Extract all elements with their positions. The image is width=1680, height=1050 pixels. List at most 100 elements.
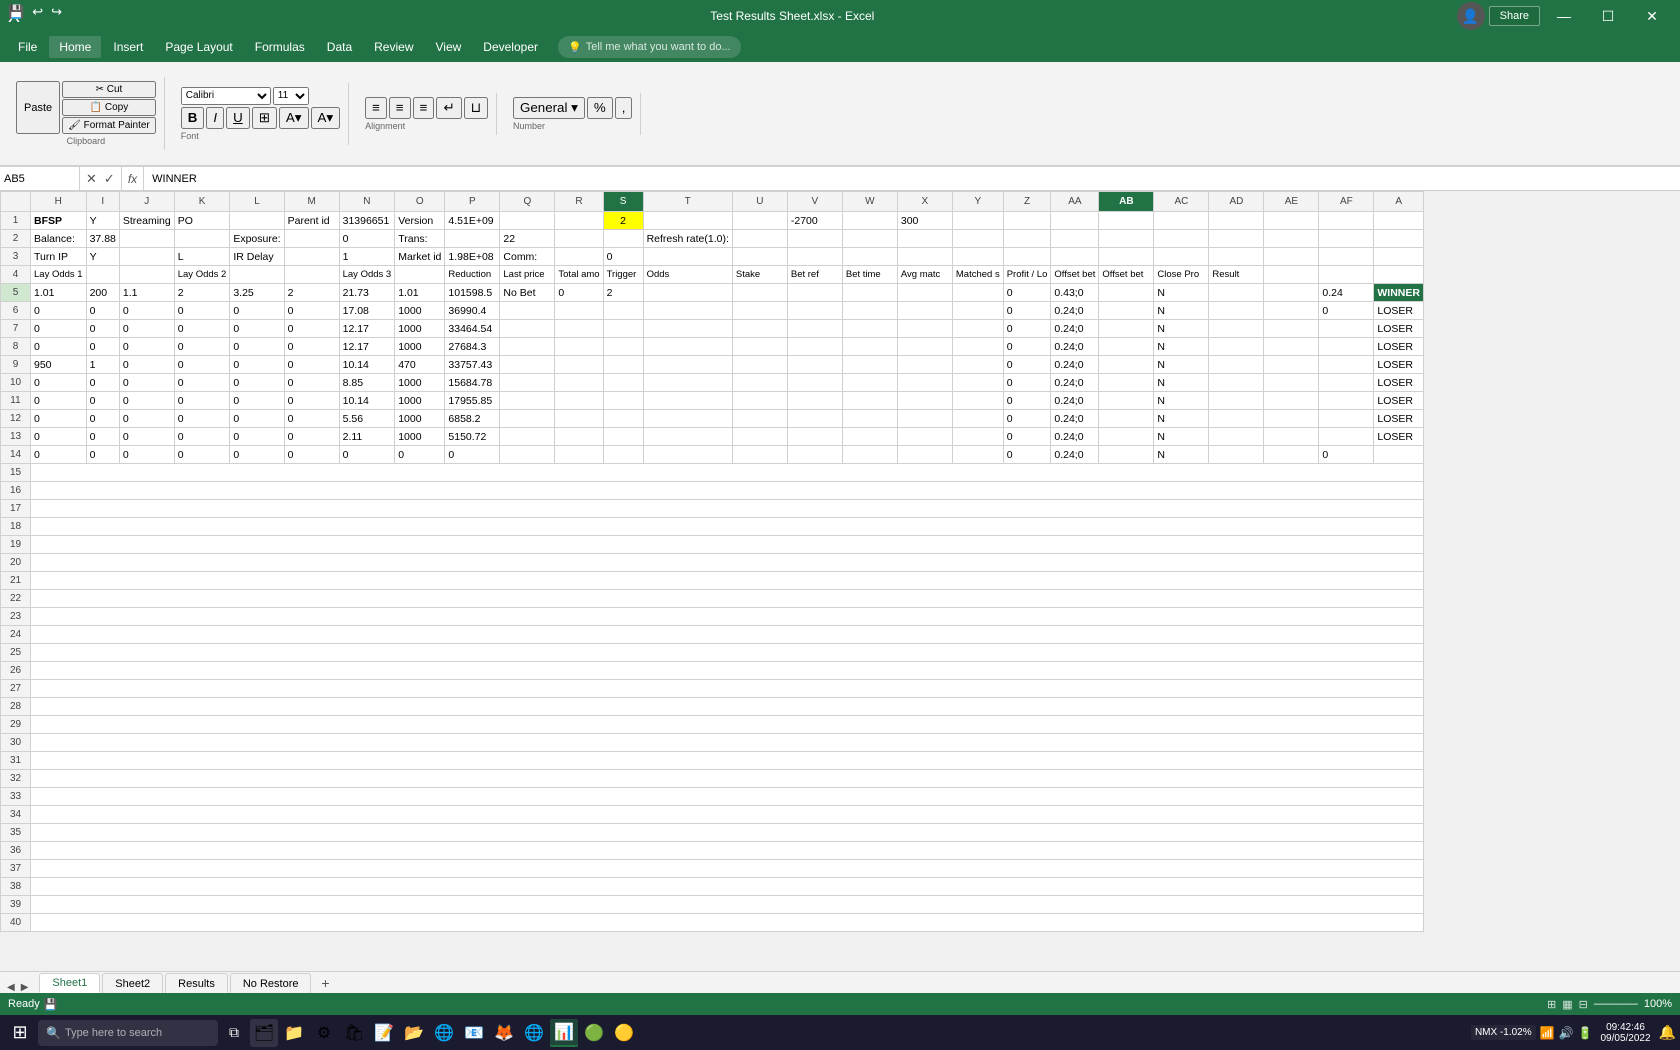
col-header-X[interactable]: X (897, 192, 952, 212)
task-view-btn[interactable]: ⧉ (220, 1019, 248, 1047)
col-header-T[interactable]: T (643, 192, 732, 212)
cell-I12[interactable]: 0 (86, 410, 119, 428)
cell-AA10[interactable]: 0.24;0 (1051, 374, 1099, 392)
cell-I6[interactable]: 0 (86, 302, 119, 320)
cell-L8[interactable]: 0 (230, 338, 284, 356)
cell-V11[interactable] (787, 392, 842, 410)
cell-L4[interactable] (230, 266, 284, 284)
cell-N5[interactable]: 21.73 (339, 284, 395, 302)
cell-P14[interactable]: 0 (445, 446, 500, 464)
cell-K7[interactable]: 0 (174, 320, 230, 338)
menu-data[interactable]: Data (317, 36, 362, 58)
underline-btn[interactable]: U (226, 107, 250, 129)
cell-P11[interactable]: 17955.85 (445, 392, 500, 410)
cell-I9[interactable]: 1 (86, 356, 119, 374)
systray-nmx[interactable]: NMX -1.02% (1471, 1025, 1536, 1040)
sheet-tab-no-restore[interactable]: No Restore (230, 973, 312, 993)
cell-AA3[interactable] (1051, 248, 1099, 266)
cell-X5[interactable] (897, 284, 952, 302)
cell-S2[interactable] (603, 230, 643, 248)
cell-T12[interactable] (643, 410, 732, 428)
cell-J8[interactable]: 0 (119, 338, 174, 356)
cell-Q7[interactable] (500, 320, 555, 338)
cell-W14[interactable] (842, 446, 897, 464)
cell-N12[interactable]: 5.56 (339, 410, 395, 428)
cell-P2[interactable] (445, 230, 500, 248)
cell-S4[interactable]: Trigger (603, 266, 643, 284)
cell-AF8[interactable] (1319, 338, 1374, 356)
cell-J4[interactable] (119, 266, 174, 284)
cell-AC7[interactable]: N (1154, 320, 1209, 338)
cell-M8[interactable]: 0 (284, 338, 339, 356)
cell-W3[interactable] (842, 248, 897, 266)
cell-Y13[interactable] (952, 428, 1003, 446)
cell-Y8[interactable] (952, 338, 1003, 356)
cell-AA4[interactable]: Offset bet (1051, 266, 1099, 284)
cell-AF11[interactable] (1319, 392, 1374, 410)
cell-W13[interactable] (842, 428, 897, 446)
cell-AD4[interactable]: Result (1209, 266, 1264, 284)
cell-U12[interactable] (732, 410, 787, 428)
cell-T9[interactable] (643, 356, 732, 374)
cell-U5[interactable] (732, 284, 787, 302)
cell-L10[interactable]: 0 (230, 374, 284, 392)
cell-M13[interactable]: 0 (284, 428, 339, 446)
cell-AB11[interactable] (1099, 392, 1154, 410)
cell-T4[interactable]: Odds (643, 266, 732, 284)
cell-AC2[interactable] (1154, 230, 1209, 248)
cell-V14[interactable] (787, 446, 842, 464)
cell-Q8[interactable] (500, 338, 555, 356)
cell-N14[interactable]: 0 (339, 446, 395, 464)
cell-T2[interactable]: Refresh rate(1.0): (643, 230, 732, 248)
col-header-AC[interactable]: AC (1154, 192, 1209, 212)
cell-R10[interactable] (555, 374, 603, 392)
cell-L6[interactable]: 0 (230, 302, 284, 320)
cell-K13[interactable]: 0 (174, 428, 230, 446)
cell-Z11[interactable]: 0 (1003, 392, 1051, 410)
cell-S1[interactable]: 2 (603, 212, 643, 230)
cell-I11[interactable]: 0 (86, 392, 119, 410)
cell-X1[interactable]: 300 (897, 212, 952, 230)
cell-P12[interactable]: 6858.2 (445, 410, 500, 428)
cell-AE5[interactable] (1264, 284, 1319, 302)
scroll-sheets-left[interactable]: ◀ (4, 982, 18, 993)
cell-AE4[interactable] (1264, 266, 1319, 284)
col-header-Y[interactable]: Y (952, 192, 1003, 212)
cell-X8[interactable] (897, 338, 952, 356)
cell-AA11[interactable]: 0.24;0 (1051, 392, 1099, 410)
tell-me-bar[interactable]: 💡 Tell me what you want to do... (558, 36, 741, 58)
cell-AG6[interactable]: LOSER (1374, 302, 1424, 320)
cell-O11[interactable]: 1000 (395, 392, 445, 410)
cell-AB1[interactable] (1099, 212, 1154, 230)
cell-P9[interactable]: 33757.43 (445, 356, 500, 374)
cell-R14[interactable] (555, 446, 603, 464)
cell-M12[interactable]: 0 (284, 410, 339, 428)
cell-V2[interactable] (787, 230, 842, 248)
cell-N9[interactable]: 10.14 (339, 356, 395, 374)
cell-AA8[interactable]: 0.24;0 (1051, 338, 1099, 356)
cell-AA1[interactable] (1051, 212, 1099, 230)
cell-Z13[interactable]: 0 (1003, 428, 1051, 446)
paste-btn[interactable]: Paste (16, 81, 60, 134)
menu-insert[interactable]: Insert (103, 36, 153, 58)
cell-X11[interactable] (897, 392, 952, 410)
align-center-btn[interactable]: ≡ (389, 97, 411, 119)
cell-L13[interactable]: 0 (230, 428, 284, 446)
cell-AE3[interactable] (1264, 248, 1319, 266)
cell-I13[interactable]: 0 (86, 428, 119, 446)
cell-P5[interactable]: 101598.5 (445, 284, 500, 302)
cell-L2[interactable]: Exposure: (230, 230, 284, 248)
cell-I7[interactable]: 0 (86, 320, 119, 338)
sheet-tab-results[interactable]: Results (165, 973, 228, 993)
cell-R1[interactable] (555, 212, 603, 230)
cell-AC3[interactable] (1154, 248, 1209, 266)
cell-M4[interactable] (284, 266, 339, 284)
cell-J5[interactable]: 1.1 (119, 284, 174, 302)
cell-AE13[interactable] (1264, 428, 1319, 446)
cell-Q2[interactable]: 22 (500, 230, 555, 248)
row-number-11[interactable]: 11 (1, 392, 31, 410)
cell-N11[interactable]: 10.14 (339, 392, 395, 410)
cell-AG3[interactable] (1374, 248, 1424, 266)
align-left-btn[interactable]: ≡ (365, 97, 387, 119)
cell-H7[interactable]: 0 (31, 320, 87, 338)
